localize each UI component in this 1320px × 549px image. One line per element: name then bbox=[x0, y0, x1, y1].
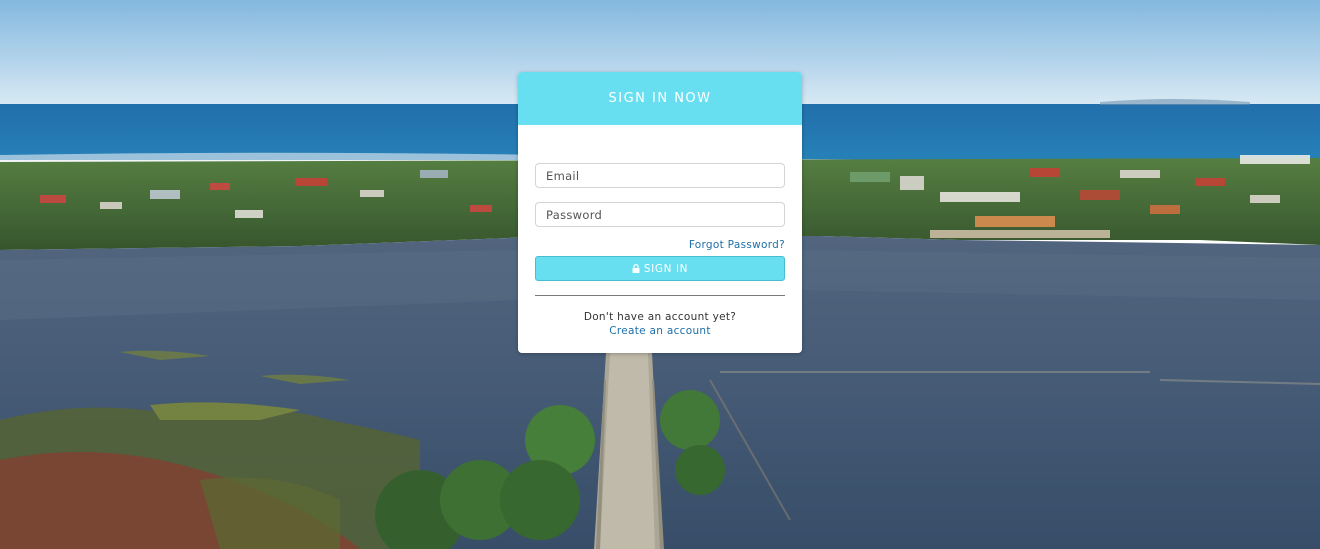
forgot-password-row: Forgot Password? bbox=[535, 233, 785, 251]
lock-icon bbox=[632, 264, 640, 273]
login-title: SIGN IN NOW bbox=[608, 91, 712, 106]
login-card: SIGN IN NOW Forgot Password? SIGN IN Don… bbox=[518, 72, 802, 353]
email-field[interactable] bbox=[535, 163, 785, 188]
sign-in-button[interactable]: SIGN IN bbox=[535, 256, 785, 281]
password-field[interactable] bbox=[535, 202, 785, 227]
login-page: SIGN IN NOW Forgot Password? SIGN IN Don… bbox=[0, 0, 1320, 549]
form-divider bbox=[535, 295, 785, 296]
create-account-link[interactable]: Create an account bbox=[609, 325, 711, 337]
login-form: Forgot Password? SIGN IN Don't have an a… bbox=[518, 125, 802, 338]
no-account-text: Don't have an account yet? bbox=[583, 311, 737, 323]
registration-block: Don't have an account yet? Create an acc… bbox=[535, 310, 785, 338]
sign-in-label: SIGN IN bbox=[643, 262, 689, 275]
forgot-password-link[interactable]: Forgot Password? bbox=[689, 239, 785, 251]
login-header: SIGN IN NOW bbox=[518, 72, 802, 125]
